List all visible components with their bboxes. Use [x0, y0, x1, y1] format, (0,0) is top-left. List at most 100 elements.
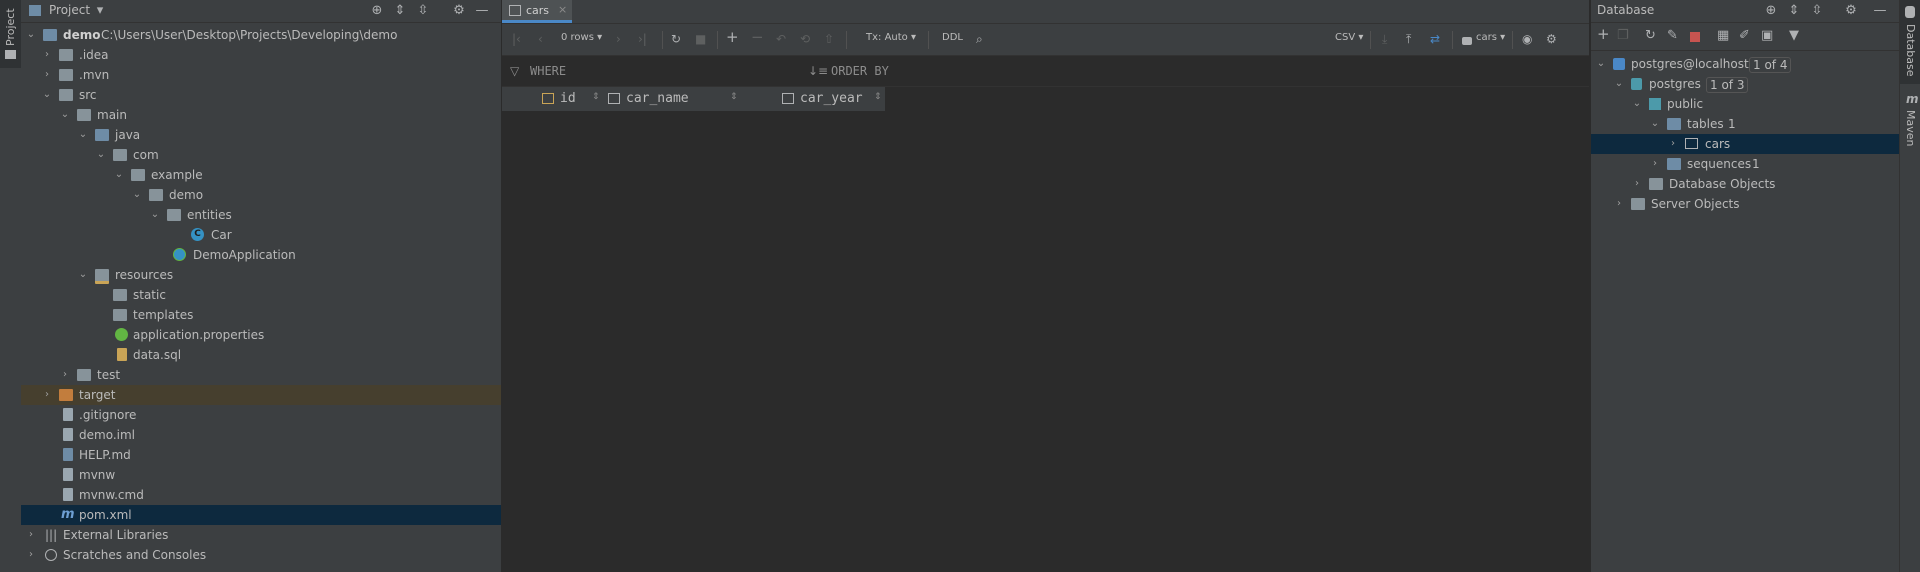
tree-item-mvnw-cmd[interactable]: mvnw.cmd — [21, 485, 501, 505]
tree-item-demo-iml[interactable]: demo.iml — [21, 425, 501, 445]
tree-item-src[interactable]: ⌄ src — [21, 85, 501, 105]
gear-icon[interactable]: ⚙ — [1842, 2, 1860, 20]
db-tree-item-public[interactable]: ⌄ public — [1591, 94, 1899, 114]
chevron-down-icon[interactable]: ⌄ — [149, 205, 161, 225]
chevron-down-icon[interactable]: ⌄ — [25, 25, 37, 45]
tree-item-demo-root[interactable]: ⌄ demo C:\Users\User\Desktop\Projects\De… — [21, 25, 501, 45]
tree-item-java[interactable]: ⌄ java — [21, 125, 501, 145]
view-icon[interactable]: ◉ — [1522, 31, 1532, 47]
tree-item-external-libraries[interactable]: › ||| External Libraries — [21, 525, 501, 545]
db-tree-item-postgres-localhost[interactable]: ⌄ postgres@localhost 1 of 4 — [1591, 54, 1899, 74]
tree-item-data-sql[interactable]: data.sql — [21, 345, 501, 365]
tree-item-demoapplication[interactable]: DemoApplication — [21, 245, 501, 265]
transaction-mode-dropdown[interactable]: Tx: Auto ▾ — [866, 32, 916, 43]
disconnect-icon[interactable] — [1690, 32, 1700, 42]
collapse-all-icon[interactable]: ⇳ — [1808, 2, 1826, 20]
tree-item-mvnw[interactable]: mvnw — [21, 465, 501, 485]
duplicate-icon[interactable]: ❐ — [1617, 28, 1629, 44]
maven-tool-tab[interactable]: m Maven — [1900, 90, 1920, 150]
chevron-down-icon[interactable]: ⌄ — [113, 165, 125, 185]
console-icon[interactable]: ▣ — [1761, 28, 1773, 44]
gear-icon[interactable]: ⚙ — [1546, 31, 1557, 47]
gear-icon[interactable]: ⚙ — [450, 2, 468, 20]
add-datasource-icon[interactable]: + — [1597, 26, 1610, 42]
tree-item-test[interactable]: › test — [21, 365, 501, 385]
chevron-down-icon[interactable]: ⌄ — [1613, 74, 1625, 94]
chevron-down-icon[interactable]: ⌄ — [77, 125, 89, 145]
chevron-down-icon[interactable]: ⌄ — [1649, 114, 1661, 134]
tree-item-target[interactable]: › target — [21, 385, 501, 405]
submit-icon[interactable]: ⇧ — [824, 31, 834, 47]
add-row-icon[interactable]: + — [726, 29, 739, 45]
search-icon[interactable]: ⌕ — [976, 31, 983, 47]
tab-cars[interactable]: cars × — [502, 0, 572, 23]
chevron-right-icon[interactable]: › — [25, 545, 37, 565]
refresh-icon[interactable]: ↻ — [1645, 28, 1656, 44]
refresh-icon[interactable]: ↻ — [671, 31, 681, 47]
tree-item-resources[interactable]: ⌄ resources — [21, 265, 501, 285]
tree-item-car[interactable]: C Car — [21, 225, 501, 245]
ddl-button[interactable]: DDL — [942, 32, 963, 43]
chevron-down-icon[interactable]: ▾ — [91, 2, 109, 20]
chevron-right-icon[interactable]: › — [59, 365, 71, 385]
tree-item-com[interactable]: ⌄ com — [21, 145, 501, 165]
tree-item-static[interactable]: static — [21, 285, 501, 305]
db-tree-item-server-objects[interactable]: › Server Objects — [1591, 194, 1899, 214]
next-page-icon[interactable]: › — [616, 31, 621, 47]
previous-page-icon[interactable]: ‹ — [538, 31, 543, 47]
tree-item-idea[interactable]: › .idea — [21, 45, 501, 65]
delete-row-icon[interactable]: − — [751, 29, 764, 45]
compare-icon[interactable]: ⟲ — [800, 31, 810, 47]
locate-icon[interactable]: ⊕ — [368, 2, 386, 20]
close-icon[interactable]: × — [558, 3, 567, 16]
tree-item-templates[interactable]: templates — [21, 305, 501, 325]
tree-item-demo-package[interactable]: ⌄ demo — [21, 185, 501, 205]
tree-item-main[interactable]: ⌄ main — [21, 105, 501, 125]
tree-item-gitignore[interactable]: .gitignore — [21, 405, 501, 425]
chevron-right-icon[interactable]: › — [41, 65, 53, 85]
count-badge[interactable]: 1 of 3 — [1706, 77, 1749, 93]
tree-item-application-properties[interactable]: application.properties — [21, 325, 501, 345]
datasource-dropdown[interactable]: cars ▾ — [1476, 32, 1505, 43]
project-panel-title[interactable]: Project — [49, 3, 90, 17]
chevron-right-icon[interactable]: › — [41, 45, 53, 65]
rows-count-dropdown[interactable]: 0 rows ▾ — [561, 32, 602, 43]
chevron-down-icon[interactable]: ⌄ — [95, 145, 107, 165]
project-tool-tab[interactable]: Project — [0, 0, 21, 68]
download-icon[interactable]: ⤓ — [1382, 31, 1387, 47]
filter-icon[interactable]: ▼ — [1789, 28, 1799, 44]
table-view-icon[interactable]: ▦ — [1717, 28, 1729, 44]
db-tree-item-postgres[interactable]: ⌄ postgres 1 of 3 — [1591, 74, 1899, 94]
compare-results-icon[interactable]: ⇄ — [1430, 31, 1440, 47]
stop-icon[interactable]: ■ — [695, 31, 706, 47]
chevron-down-icon[interactable]: ⌄ — [131, 185, 143, 205]
collapse-all-icon[interactable]: ⇳ — [414, 2, 432, 20]
chevron-down-icon[interactable]: ⌄ — [1631, 94, 1643, 114]
minimize-icon[interactable]: — — [1871, 2, 1889, 20]
column-header-car-name[interactable]: car_name ⇕ — [606, 87, 740, 111]
count-badge[interactable]: 1 of 4 — [1749, 57, 1792, 73]
chevron-right-icon[interactable]: › — [1613, 194, 1625, 214]
tree-item-mvn[interactable]: › .mvn — [21, 65, 501, 85]
chevron-down-icon[interactable]: ⌄ — [41, 85, 53, 105]
chevron-down-icon[interactable]: ⌄ — [77, 265, 89, 285]
tree-item-help-md[interactable]: HELP.md — [21, 445, 501, 465]
chevron-down-icon[interactable]: ⌄ — [59, 105, 71, 125]
expand-all-icon[interactable]: ⇕ — [1785, 2, 1803, 20]
chevron-right-icon[interactable]: › — [1667, 134, 1679, 154]
export-format-dropdown[interactable]: CSV ▾ — [1335, 32, 1363, 43]
column-header-id[interactable]: id ⇕ — [540, 87, 604, 111]
database-tool-tab[interactable]: Database — [1900, 0, 1920, 84]
expand-all-icon[interactable]: ⇕ — [391, 2, 409, 20]
chevron-right-icon[interactable]: › — [25, 525, 37, 545]
order-by-input[interactable]: ORDER BY — [831, 64, 889, 78]
sort-toggle-icon[interactable]: ⇕ — [874, 92, 882, 102]
db-tree-item-tables[interactable]: ⌄ tables 1 — [1591, 114, 1899, 134]
edit-icon[interactable]: ✐ — [1739, 28, 1750, 44]
first-page-icon[interactable]: |‹ — [512, 31, 521, 47]
locate-icon[interactable]: ⊕ — [1762, 2, 1780, 20]
chevron-right-icon[interactable]: › — [1649, 154, 1661, 174]
db-tree-item-sequences[interactable]: › sequences 1 — [1591, 154, 1899, 174]
column-header-car-year[interactable]: car_year ⇕ — [780, 87, 884, 111]
db-tree-item-database-objects[interactable]: › Database Objects — [1591, 174, 1899, 194]
